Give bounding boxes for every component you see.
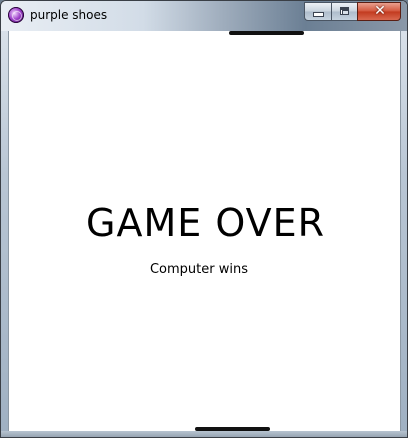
title-bar[interactable]: purple shoes ✕ [1, 1, 407, 31]
purple-shoes-app-icon[interactable] [8, 7, 24, 23]
maximize-button[interactable] [331, 2, 357, 21]
game-result-text: Computer wins [149, 262, 248, 277]
close-icon: ✕ [374, 3, 386, 19]
app-window: purple shoes ✕ GAME OVER Computer wins [0, 0, 408, 438]
close-button[interactable]: ✕ [357, 2, 401, 21]
game-over-heading: GAME OVER [86, 201, 325, 245]
maximize-icon [340, 7, 349, 15]
window-bottom-border[interactable] [1, 431, 407, 437]
caption-buttons: ✕ [304, 2, 401, 21]
window-title: purple shoes [30, 8, 108, 22]
game-canvas: GAME OVER Computer wins [8, 31, 401, 431]
minimize-icon [314, 13, 323, 16]
minimize-button[interactable] [304, 2, 331, 21]
top-edge-marker [229, 31, 304, 35]
